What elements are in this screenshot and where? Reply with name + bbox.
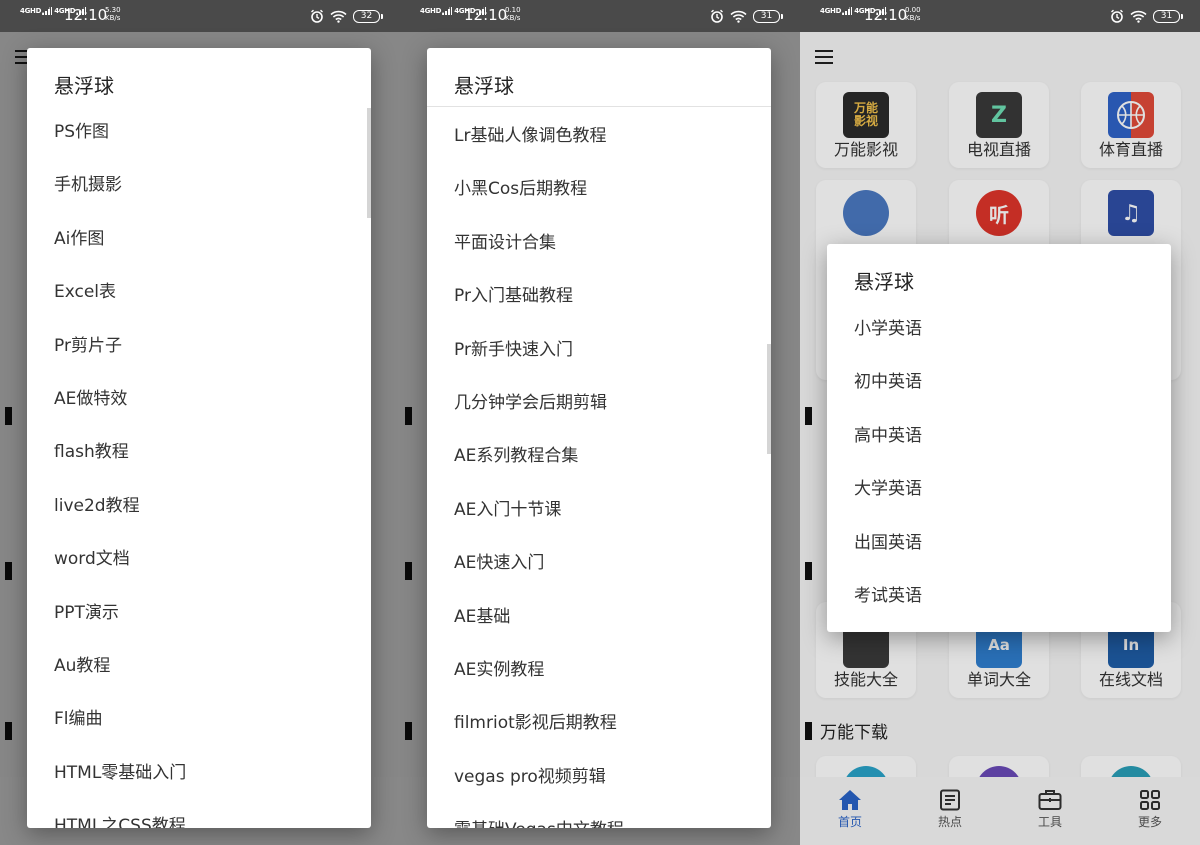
- dialog-menu-item[interactable]: 手机摄影: [27, 159, 371, 212]
- dialog-menu-item[interactable]: 考试英语: [827, 570, 1171, 623]
- dialog-menu-item[interactable]: AE快速入门: [427, 537, 771, 590]
- battery-indicator: 31: [753, 9, 783, 23]
- scrollbar[interactable]: [367, 108, 371, 218]
- dialog-menu-item[interactable]: AE做特效: [27, 373, 371, 426]
- signal-icon: [442, 7, 453, 15]
- dialog-menu-item[interactable]: PPT演示: [27, 587, 371, 640]
- dialog-menu-item[interactable]: 平面设计合集: [427, 217, 771, 270]
- dialog-menu-item[interactable]: 几分钟学会后期剪辑: [427, 377, 771, 430]
- battery-indicator: 32: [353, 9, 383, 23]
- dialog-menu-item[interactable]: flash教程: [27, 426, 371, 479]
- dialog-title: 悬浮球: [54, 74, 114, 98]
- alarm-icon: [710, 9, 724, 23]
- dialog-menu-item[interactable]: AE实例教程: [427, 644, 771, 697]
- dialog-menu-item[interactable]: 零基础Vegas中文教程: [427, 804, 771, 828]
- screen-3: 4GHD 4GHD 12:10 0.00 KB/s 31 万能 影视 万能影视 Z: [800, 0, 1200, 845]
- dialog-menu-item[interactable]: PS作图: [27, 106, 371, 159]
- dialog-menu-item[interactable]: Pr入门基础教程: [427, 270, 771, 323]
- clock: 12:10: [64, 6, 108, 24]
- dialog-menu-item[interactable]: vegas pro视频剪辑: [427, 751, 771, 804]
- dialog-title: 悬浮球: [854, 270, 914, 294]
- dialog-menu-item[interactable]: Excel表: [27, 266, 371, 319]
- network-speed: 5.30 KB/s: [105, 6, 121, 22]
- dialog-menu-item[interactable]: Ai作图: [27, 213, 371, 266]
- dialog-menu-item[interactable]: live2d教程: [27, 480, 371, 533]
- wifi-icon: [1130, 10, 1147, 23]
- signal-icon: [42, 7, 53, 15]
- dialog-menu-item[interactable]: 出国英语: [827, 517, 1171, 570]
- dialog-menu-item[interactable]: HTML之CSS教程: [27, 800, 371, 828]
- dialog-menu-item[interactable]: 大学英语: [827, 463, 1171, 516]
- status-bar: 4GHD 4GHD 12:10 0.10 KB/s 31: [400, 0, 800, 32]
- dialog-menu-item[interactable]: 高中英语: [827, 410, 1171, 463]
- floating-ball-dialog: 悬浮球 Lr基础人像调色教程 小黑Cos后期教程 平面设计合集 Pr入门基础教程 Pr新…: [427, 48, 771, 828]
- dialog-menu-item[interactable]: 初中英语: [827, 356, 1171, 409]
- dialog-menu-item[interactable]: HTML零基础入门: [27, 747, 371, 800]
- status-bar: 4GHD 4GHD 12:10 5.30 KB/s 32: [0, 0, 400, 32]
- status-bar: 4GHD 4GHD 12:10 0.00 KB/s 31: [800, 0, 1200, 32]
- dialog-menu-item[interactable]: word文档: [27, 533, 371, 586]
- dialog-menu-item[interactable]: Pr新手快速入门: [427, 324, 771, 377]
- battery-indicator: 31: [1153, 9, 1183, 23]
- alarm-icon: [1110, 9, 1124, 23]
- wifi-icon: [330, 10, 347, 23]
- dialog-menu-item[interactable]: 小黑Cos后期教程: [427, 163, 771, 216]
- floating-ball-dialog: 悬浮球 小学英语 初中英语 高中英语 大学英语 出国英语 考试英语: [827, 244, 1171, 632]
- dialog-title: 悬浮球: [427, 48, 771, 107]
- dialog-menu-item[interactable]: 小学英语: [827, 303, 1171, 356]
- alarm-icon: [310, 9, 324, 23]
- dialog-menu-item[interactable]: AE系列教程合集: [427, 430, 771, 483]
- dialog-menu-item[interactable]: filmriot影视后期教程: [427, 697, 771, 750]
- screen-2: 4GHD 4GHD 12:10 0.10KB/s 31 首页 热点 工具 更多: [400, 0, 800, 845]
- clock: 12:10: [864, 6, 908, 24]
- floating-ball-dialog: 悬浮球 PS作图 手机摄影 Ai作图 Excel表 Pr剪片子 AE做特效 flash教程 l…: [27, 48, 371, 828]
- clock: 12:10: [464, 6, 508, 24]
- dialog-menu-item[interactable]: Lr基础人像调色教程: [427, 110, 771, 163]
- network-speed: 0.10 KB/s: [505, 6, 521, 22]
- dialog-menu-item[interactable]: Pr剪片子: [27, 320, 371, 373]
- dialog-menu-item[interactable]: Au教程: [27, 640, 371, 693]
- network-speed: 0.00 KB/s: [905, 6, 921, 22]
- dialog-menu-item[interactable]: AE基础: [427, 591, 771, 644]
- scrollbar[interactable]: [767, 344, 771, 454]
- signal-icon: [842, 7, 853, 15]
- screen-1: 4GHD 4GHD 12:10 5.30KB/s 32 首页 热点 工具 更多: [0, 0, 400, 845]
- dialog-menu-item[interactable]: Fl编曲: [27, 693, 371, 746]
- wifi-icon: [730, 10, 747, 23]
- dialog-menu-item[interactable]: AE入门十节课: [427, 484, 771, 537]
